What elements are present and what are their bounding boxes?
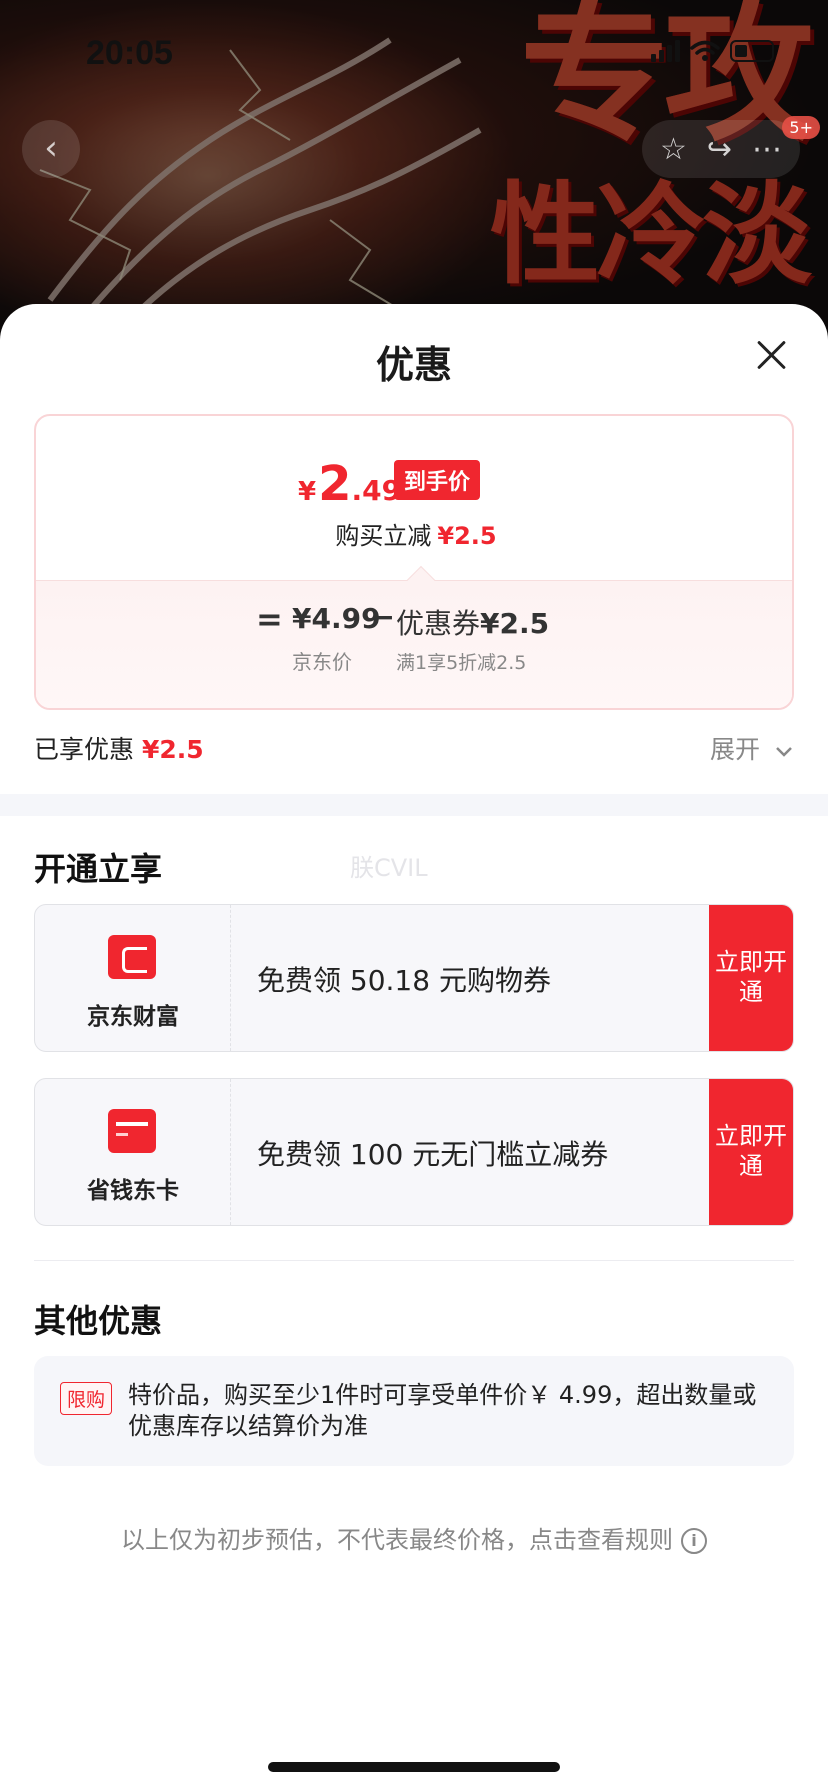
price-rules-link[interactable]: 以上仅为初步预估，不代表最终价格，点击查看规则 i: [0, 1520, 828, 1555]
battery-icon: [730, 40, 774, 62]
watermark-text: 朕CVIL: [350, 854, 428, 882]
offer-card-save-card[interactable]: 省钱东卡 免费领 100 元无门槛立减券 立即开通: [34, 1078, 794, 1226]
final-price-currency: ¥: [298, 477, 317, 507]
limit-tag: 限购: [60, 1382, 113, 1415]
share-icon[interactable]: ↪: [707, 132, 732, 167]
signal-icon: [651, 40, 680, 62]
chevron-down-icon: [776, 747, 792, 757]
expand-button[interactable]: 展开: [710, 730, 794, 766]
discount-sheet: 优惠 ¥ 2 .49 到手价 购买立减 ¥2.5 = ¥4.99 − 优惠券¥2.…: [0, 304, 828, 1792]
coupon-label: 优惠券: [396, 607, 481, 640]
sheet-title: 优惠: [375, 343, 452, 387]
price-summary-card: ¥ 2 .49 到手价 购买立减 ¥2.5 = ¥4.99 − 优惠券¥2.5 京…: [34, 414, 794, 710]
jd-price-label: 京东价: [292, 650, 352, 674]
limit-message: 特价品，购买至少1件时可享受单件价￥ 4.99，超出数量或优惠库存以结算价为准: [128, 1381, 757, 1440]
info-icon[interactable]: i: [681, 1528, 707, 1554]
jd-price-value: ¥4.99: [292, 602, 381, 635]
offer-description: 免费领 100 元无门槛立减券: [257, 1138, 609, 1171]
star-icon[interactable]: ☆: [660, 132, 687, 167]
price-breakdown-area: [36, 580, 792, 708]
offer-brand: 京东财富: [35, 905, 231, 1051]
section-divider: [0, 794, 828, 816]
save-card-logo-icon: [108, 1109, 156, 1153]
close-icon[interactable]: [754, 338, 788, 372]
instant-reduction-label: 购买立减: [335, 522, 432, 550]
final-price-integer: 2: [318, 456, 352, 512]
expand-label: 展开: [710, 735, 761, 764]
status-icons: [651, 40, 774, 62]
offer-description: 免费领 50.18 元购物券: [257, 964, 551, 997]
enjoyed-discount: 已享优惠 ¥2.5: [34, 730, 204, 766]
enjoyed-discount-label: 已享优惠: [34, 735, 135, 764]
coupon-rule: 满1享5折减2.5: [396, 652, 527, 674]
other-section-title: 其他优惠: [34, 1302, 163, 1340]
status-bar: 20:05: [0, 30, 828, 80]
wifi-icon: [690, 40, 720, 61]
formula-equals: =: [256, 600, 283, 638]
open-now-button[interactable]: 立即开通: [709, 905, 793, 1051]
coupon-amount: 优惠券¥2.5: [396, 602, 549, 642]
enjoyed-discount-value: ¥2.5: [142, 735, 204, 764]
jd-wealth-logo-icon: [108, 935, 156, 979]
footnote-text: 以上仅为初步预估，不代表最终价格，点击查看规则: [121, 1526, 673, 1554]
final-price-tag: 到手价: [394, 460, 481, 500]
open-section-title: 开通立享: [34, 850, 163, 888]
message-badge: 5+: [782, 116, 820, 139]
offer-brand: 省钱东卡: [35, 1079, 231, 1225]
coupon-value: ¥2.5: [480, 607, 550, 640]
formula-minus: −: [370, 600, 396, 635]
instant-reduction: 购买立减 ¥2.5: [36, 516, 792, 551]
purchase-limit-notice: 限购 特价品，购买至少1件时可享受单件价￥ 4.99，超出数量或优惠库存以结算价…: [34, 1356, 794, 1466]
final-price: ¥ 2 .49: [298, 456, 401, 512]
section-separator: [34, 1260, 794, 1261]
offer-brand-name: 京东财富: [87, 1004, 179, 1030]
back-icon[interactable]: ‹: [22, 120, 80, 178]
offer-card-jd-wealth[interactable]: 京东财富 免费领 50.18 元购物券 立即开通: [34, 904, 794, 1052]
more-icon[interactable]: ⋯: [752, 132, 782, 167]
product-top-bar: ‹ ☆ ↪ ⋯ 5+: [0, 116, 828, 180]
top-bar-actions: ☆ ↪ ⋯: [641, 120, 800, 178]
status-time: 20:05: [86, 34, 173, 72]
open-now-button[interactable]: 立即开通: [709, 1079, 793, 1225]
offer-brand-name: 省钱东卡: [87, 1178, 179, 1204]
instant-reduction-value: ¥2.5: [437, 522, 497, 550]
home-indicator[interactable]: [268, 1762, 560, 1772]
